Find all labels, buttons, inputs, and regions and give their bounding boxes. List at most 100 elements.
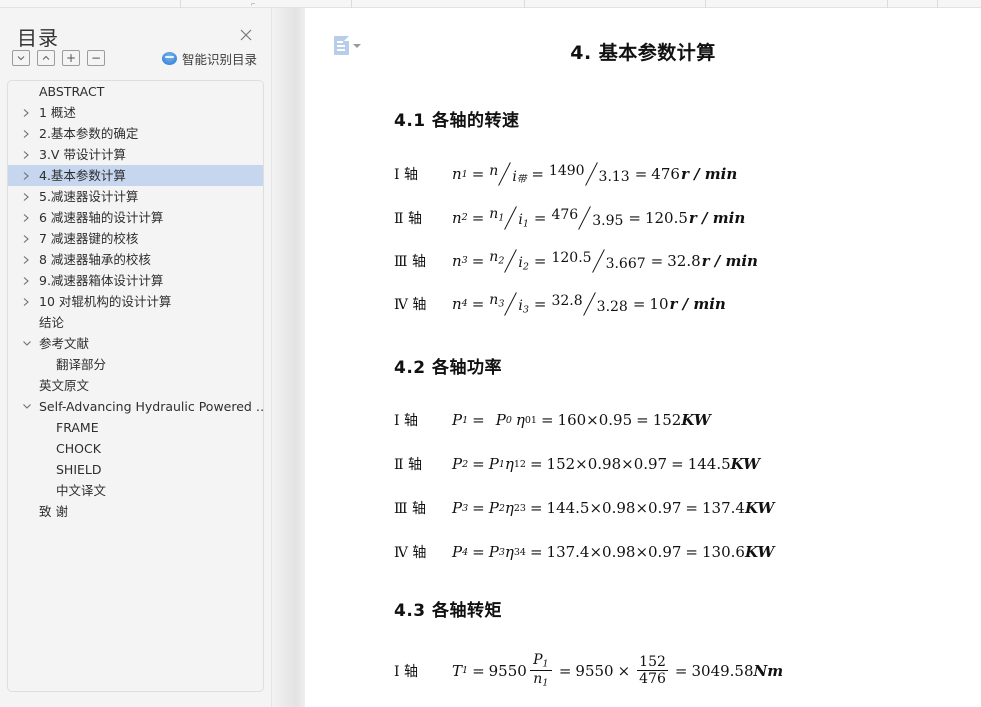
outline-item-label: 8 减速器轴承的校核: [39, 252, 151, 267]
outline-item-label: 3.V 带设计计算: [39, 147, 126, 162]
chevron-right-icon[interactable]: [22, 249, 33, 270]
zoom-out-button[interactable]: −: [87, 50, 105, 66]
shaft-label: Ⅱ 轴: [394, 457, 422, 473]
outline-item[interactable]: 7 减速器键的校核: [8, 228, 263, 249]
outline-item-label: 2.基本参数的确定: [39, 126, 139, 141]
plus-icon: +: [65, 51, 77, 65]
collapse-all-button[interactable]: [12, 50, 30, 66]
equation-body: n3 = n2 i2 = 120.5 3.667 = 32.8 r / min: [452, 249, 758, 273]
equation-power-1: Ⅰ 轴 P1 = P0 η 01 = 160×0.95 = 152 KW: [394, 410, 711, 430]
outline-title: 目录: [17, 26, 59, 50]
section-heading-4-1: 4.1 各轴的转速: [394, 111, 520, 131]
section-heading-4-3: 4.3 各轴转矩: [394, 601, 503, 621]
outline-item-label: 5.减速器设计计算: [39, 189, 139, 204]
page-title: 4. 基本参数计算: [570, 42, 716, 64]
shaft-label: Ⅰ 轴: [394, 663, 418, 680]
smart-outline-label: 智能识别目录: [181, 52, 257, 67]
outline-item[interactable]: 参考文献: [8, 333, 263, 354]
outline-item[interactable]: 1 概述: [8, 102, 263, 123]
shaft-label: Ⅳ 轴: [394, 296, 427, 313]
outline-header: 目录: [0, 8, 271, 50]
equation-body: n4 = n3 i3 = 32.8 3.28 = 10 r / min: [452, 292, 726, 316]
equation-body: P3 = P2 η 23 = 144.5×0.98×0.97 = 137.4 KW: [452, 499, 775, 517]
outline-item[interactable]: 3.V 带设计计算: [8, 144, 263, 165]
section-heading-4-2: 4.2 各轴功率: [394, 358, 503, 378]
outline-item[interactable]: 5.减速器设计计算: [8, 186, 263, 207]
outline-item-label: 中文译文: [56, 483, 107, 498]
outline-item-label: Self-Advancing Hydraulic Powered …: [39, 399, 263, 414]
outline-item[interactable]: CHOCK: [8, 438, 263, 459]
equation-body: n1 = ni带 = 1490 3.13 = 476 r / min: [452, 163, 738, 185]
outline-item-label: 9.减速器箱体设计计算: [39, 273, 164, 288]
equation-speed-1: Ⅰ 轴 n1 = ni带 = 1490 3.13 = 476 r / min: [394, 163, 737, 185]
smart-outline-icon: [161, 52, 177, 65]
equation-speed-3: Ⅲ 轴 n3 = n2 i2 = 120.5 3.667 = 32.8 r / min: [394, 249, 758, 272]
equation-body: P4 = P3 η 34 = 137.4×0.98×0.97 = 130.6 KW: [452, 543, 775, 561]
outline-item-label: 6 减速器轴的设计计算: [39, 210, 164, 225]
outline-toolbar: + − 智能识别目录: [0, 50, 271, 78]
toolbar-remnant-glyph: ⌐: [251, 1, 256, 8]
chevron-down-icon[interactable]: [22, 333, 33, 354]
outline-item[interactable]: 翻译部分: [8, 354, 263, 375]
outline-item-label: 4.基本参数计算: [39, 168, 126, 183]
outline-item[interactable]: 10 对辊机构的设计计算: [8, 291, 263, 312]
equation-power-2: Ⅱ 轴 P2 = P1 η 12 = 152×0.98×0.97 = 144.5 K…: [394, 454, 760, 474]
outline-tree-container: ABSTRACT 1 概述 2.基本参数的确定 3.V 带设计计算 4.基本参数计算 5.…: [7, 80, 264, 692]
outline-item[interactable]: 4.基本参数计算: [8, 165, 263, 186]
chevron-right-icon[interactable]: [22, 228, 33, 249]
smart-outline-button[interactable]: 智能识别目录: [161, 49, 257, 68]
equation-speed-2: Ⅱ 轴 n2 = n1 i1 = 476 3.95 = 120.5 r / min: [394, 206, 745, 229]
shaft-label: Ⅲ 轴: [394, 253, 426, 270]
outline-item-label: SHIELD: [56, 462, 102, 477]
zoom-in-button[interactable]: +: [62, 50, 80, 66]
equation-power-3: Ⅲ 轴 P3 = P2 η 23 = 144.5×0.98×0.97 = 137.…: [394, 498, 774, 518]
minus-icon: −: [90, 51, 102, 65]
chevron-right-icon[interactable]: [22, 270, 33, 291]
chevron-right-icon[interactable]: [22, 291, 33, 312]
outline-sidebar: 目录 + − 智能识别目录 ABSTRACT 1 概述 2.基本参数的确定 3.…: [0, 8, 272, 707]
outline-item[interactable]: Self-Advancing Hydraulic Powered …: [8, 396, 263, 417]
outline-item[interactable]: 9.减速器箱体设计计算: [8, 270, 263, 291]
outline-item[interactable]: 致 谢: [8, 501, 263, 522]
chevron-right-icon[interactable]: [22, 165, 33, 186]
outline-item-label: 致 谢: [39, 504, 68, 519]
equation-speed-4: Ⅳ 轴 n4 = n3 i3 = 32.8 3.28 = 10 r / min: [394, 292, 726, 315]
chevron-right-icon[interactable]: [22, 186, 33, 207]
shaft-label: Ⅰ 轴: [394, 413, 418, 429]
chevron-right-icon[interactable]: [22, 123, 33, 144]
top-toolbar-strip: ⌐: [0, 0, 981, 8]
chevron-right-icon[interactable]: [22, 207, 33, 228]
equation-body: n2 = n1 i1 = 476 3.95 = 120.5 r / min: [452, 206, 746, 230]
outline-item-label: 翻译部分: [56, 357, 107, 372]
outline-item-label: ABSTRACT: [39, 84, 105, 99]
outline-item[interactable]: 结论: [8, 312, 263, 333]
chevron-right-icon[interactable]: [22, 102, 33, 123]
outline-item-label: 结论: [39, 315, 65, 330]
outline-item[interactable]: SHIELD: [8, 459, 263, 480]
equation-body: P1 = P0 η 01 = 160×0.95 = 152 KW: [452, 411, 711, 429]
outline-item[interactable]: 2.基本参数的确定: [8, 123, 263, 144]
equation-power-4: Ⅳ 轴 P4 = P3 η 34 = 137.4×0.98×0.97 = 130.…: [394, 542, 774, 562]
document-page: 4. 基本参数计算 4.1 各轴的转速 Ⅰ 轴 n1 = ni带 = 1490 3…: [305, 8, 981, 707]
outline-item-label: 7 减速器键的校核: [39, 231, 139, 246]
outline-item-label: FRAME: [56, 420, 99, 435]
shaft-label: Ⅱ 轴: [394, 210, 422, 227]
close-icon[interactable]: [237, 26, 255, 44]
outline-item-label: 参考文献: [39, 336, 90, 351]
app-window: ⌐ 目录 + − 智能识别目录 ABSTRACT 1 概述 2.基本参数的确定 …: [0, 0, 981, 707]
equation-body: T1 = 9550 P1 n1 = 9550 × 152 476 = 3049.…: [452, 652, 784, 689]
outline-item[interactable]: FRAME: [8, 417, 263, 438]
outline-item[interactable]: ABSTRACT: [8, 81, 263, 102]
outline-item[interactable]: 中文译文: [8, 480, 263, 501]
expand-all-button[interactable]: [37, 50, 55, 66]
outline-item[interactable]: 6 减速器轴的设计计算: [8, 207, 263, 228]
chevron-right-icon[interactable]: [22, 144, 33, 165]
outline-item-label: 英文原文: [39, 378, 90, 393]
outline-item[interactable]: 英文原文: [8, 375, 263, 396]
outline-item[interactable]: 8 减速器轴承的校核: [8, 249, 263, 270]
chevron-down-icon[interactable]: [22, 396, 33, 417]
outline-item-label: 1 概述: [39, 105, 76, 120]
outline-item-label: 10 对辊机构的设计计算: [39, 294, 172, 309]
outline-tree[interactable]: ABSTRACT 1 概述 2.基本参数的确定 3.V 带设计计算 4.基本参数计算 5.…: [8, 81, 263, 691]
shaft-label: Ⅳ 轴: [394, 545, 427, 561]
